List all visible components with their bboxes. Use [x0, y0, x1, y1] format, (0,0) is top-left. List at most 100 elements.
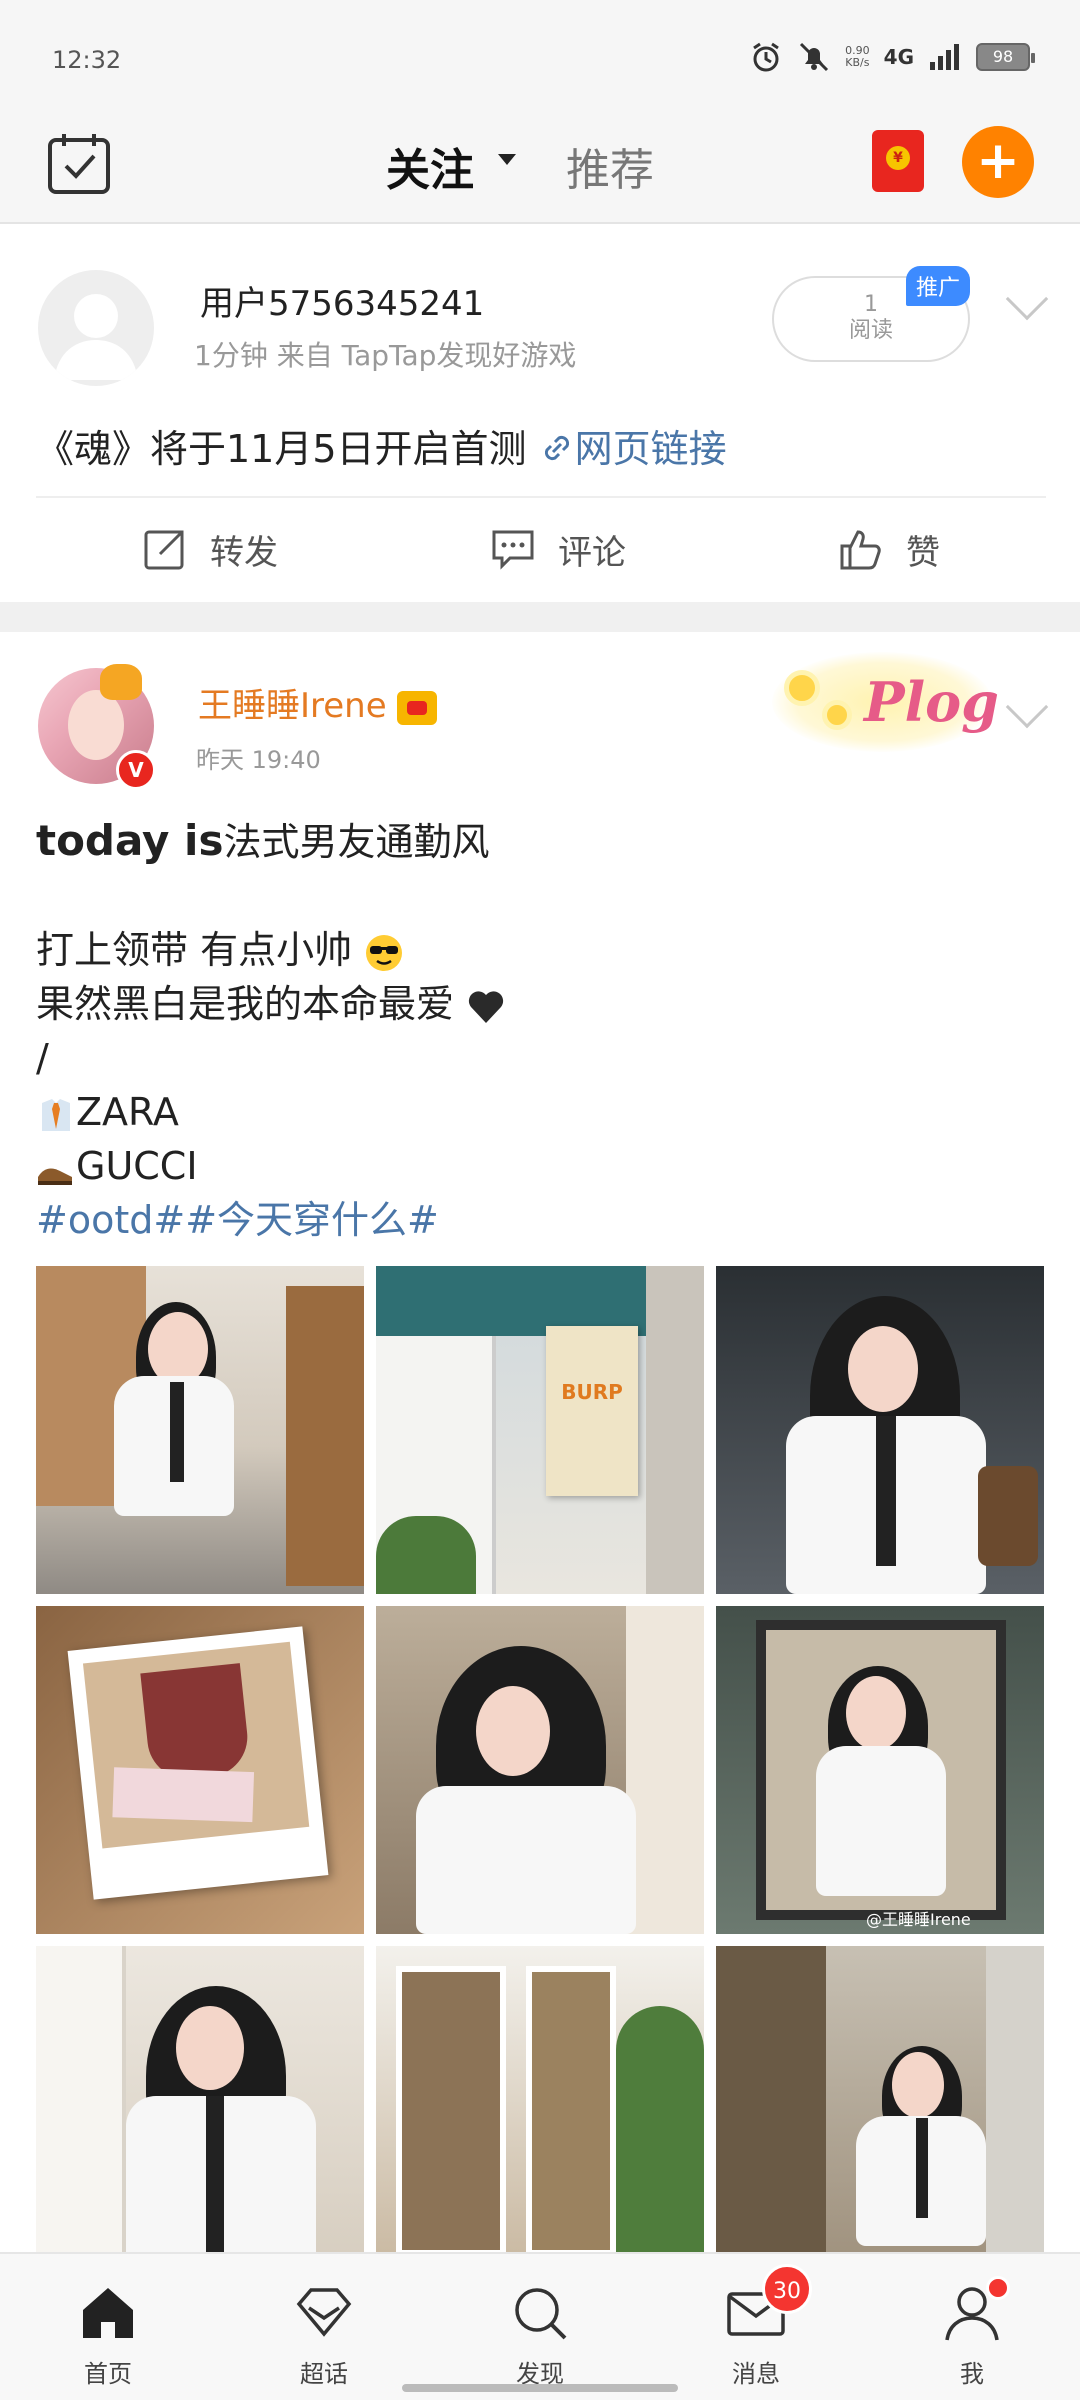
mute-bell-icon	[800, 42, 829, 72]
tab-recommend[interactable]: 推荐	[566, 134, 654, 198]
post-time: 昨天 19:40	[196, 746, 321, 774]
photo-thumbnail[interactable]	[716, 1946, 1044, 2274]
read-label: 阅读	[848, 318, 893, 343]
photo-thumbnail[interactable]	[36, 1946, 364, 2274]
post-meta: 1分钟 来自 TapTap发现好游戏	[194, 339, 577, 372]
battery-indicator: 98	[976, 43, 1035, 71]
drink-cup	[140, 1663, 252, 1783]
photo-wall	[986, 1946, 1044, 2274]
photo-door	[286, 1286, 364, 1586]
repost-button[interactable]: 转发	[142, 525, 278, 574]
chevron-down-icon[interactable]	[1005, 277, 1049, 321]
photo-face	[892, 2052, 944, 2118]
post-text-content: 《魂》将于11月5日开启首测	[36, 427, 527, 471]
messages-unread-badge: 30	[762, 2264, 812, 2314]
photo-wall	[626, 1606, 704, 1934]
photo-thumbnail[interactable]: BURP	[376, 1266, 704, 1594]
post-username[interactable]: 用户5756345241	[200, 276, 484, 325]
web-link[interactable]: 网页链接	[539, 427, 727, 471]
photo-thumbnail[interactable]	[376, 1946, 704, 2274]
default-user-icon	[54, 294, 138, 380]
photo-face	[148, 1312, 208, 1386]
status-bar: 12:32 0.90 KB/s 4G 98	[0, 0, 1080, 112]
shoe-emoji-icon	[38, 1168, 72, 1185]
thumbs-up-icon	[840, 530, 881, 570]
diamond-icon	[296, 2288, 352, 2337]
post-actions: 转发 评论 赞	[36, 496, 1046, 600]
photo-wall	[646, 1266, 704, 1594]
red-packet-icon[interactable]: ¥	[872, 130, 924, 192]
web-link-label: 网页链接	[574, 427, 727, 471]
plog-sticker-text: Plog	[864, 670, 999, 734]
post-line-2: 果然黑白是我的本命最爱	[36, 977, 506, 1031]
nav-super-topic-label: 超话	[300, 2360, 348, 2388]
compose-plus-button[interactable]: +	[962, 126, 1034, 198]
photo-thumbnail[interactable]	[376, 1606, 704, 1934]
post-slash: /	[36, 1036, 49, 1080]
avatar-default[interactable]	[38, 270, 154, 386]
nav-home-label: 首页	[84, 2360, 132, 2388]
avatar-frame-deco-icon	[100, 664, 142, 700]
nav-me-label: 我	[960, 2360, 984, 2388]
me-notification-dot	[986, 2276, 1010, 2300]
feed-divider	[0, 602, 1080, 632]
post-line-2-text: 果然黑白是我的本命最爱	[36, 982, 455, 1026]
top-nav: 关注 推荐 ¥ +	[0, 112, 1080, 224]
sunglasses-emoji-icon	[366, 934, 403, 971]
photo-thumbnail[interactable]	[36, 1266, 364, 1594]
post-username-label: 王睡睡Irene	[198, 686, 387, 726]
photo-face	[176, 2006, 244, 2090]
shop-sign-text: BURP	[561, 1380, 623, 1404]
photo-window	[396, 1966, 506, 2256]
black-heart-emoji-icon	[469, 990, 504, 1023]
photo-window	[36, 1946, 126, 2274]
photo-thumbnail[interactable]	[716, 1266, 1044, 1594]
post-title-bold: today is	[36, 816, 224, 865]
flower-icon	[784, 670, 820, 706]
hashtags-link[interactable]: #ootd##今天穿什么#	[36, 1193, 506, 1247]
nav-me[interactable]: 我	[882, 2254, 1062, 2400]
photo-face	[846, 1676, 906, 1750]
tab-follow[interactable]: 关注	[378, 134, 516, 202]
photo-tie	[206, 2096, 224, 2274]
photo-face	[848, 1326, 918, 1412]
net-speed-unit: KB/s	[845, 56, 870, 69]
gesture-home-bar[interactable]	[402, 2384, 678, 2392]
brand-2-text: GUCCI	[76, 1144, 198, 1188]
repost-icon	[144, 530, 184, 570]
nav-home[interactable]: 首页	[18, 2254, 198, 2400]
caret-down-icon	[498, 154, 516, 165]
nav-discover[interactable]: 发现	[450, 2254, 630, 2400]
feed-post: V 王睡睡Irene 昨天 19:40 Plog today is法式男友通勤风…	[0, 632, 1080, 2274]
tab-follow-label: 关注	[386, 145, 474, 196]
photo-bag	[978, 1466, 1038, 1566]
alarm-icon	[753, 42, 779, 72]
photo-tree	[716, 1946, 826, 2274]
chevron-down-icon[interactable]	[1005, 685, 1049, 729]
brand-line-2: GUCCI	[36, 1139, 506, 1193]
like-button[interactable]: 赞	[838, 525, 940, 574]
comment-icon	[492, 530, 534, 570]
verified-badge-icon: V	[116, 750, 156, 790]
brand-1-text: ZARA	[76, 1090, 179, 1134]
signal-icon	[930, 44, 959, 70]
post-title-rest: 法式男友通勤风	[223, 820, 490, 864]
promo-badge: 推广	[906, 266, 971, 306]
post-body: today is法式男友通勤风 打上领带 有点小帅 果然黑白是我的本命最爱 / …	[36, 814, 506, 1247]
shirt-tie-emoji-icon	[42, 1098, 70, 1131]
comment-button[interactable]: 评论	[490, 525, 626, 574]
calendar-check-icon[interactable]	[46, 130, 112, 196]
nav-messages[interactable]: 消息 30	[666, 2254, 846, 2400]
home-icon	[83, 2288, 133, 2338]
nav-super-topic[interactable]: 超话	[234, 2254, 414, 2400]
shop-sign: BURP	[546, 1326, 638, 1496]
feed-post-ad: 用户5756345241 1分钟 来自 TapTap发现好游戏 1 阅读 推广 …	[0, 226, 1080, 602]
photo-thumbnail[interactable]	[36, 1606, 364, 1934]
avatar[interactable]: V	[38, 664, 156, 790]
photo-thumbnail[interactable]: @王睡睡Irene	[716, 1606, 1044, 1934]
post-username[interactable]: 王睡睡Irene	[198, 678, 437, 727]
photo-grid: BURP @王睡睡Irene	[36, 1266, 1046, 2274]
post-line-1-text: 打上领带 有点小帅	[36, 928, 353, 972]
photo-face	[476, 1686, 550, 1776]
